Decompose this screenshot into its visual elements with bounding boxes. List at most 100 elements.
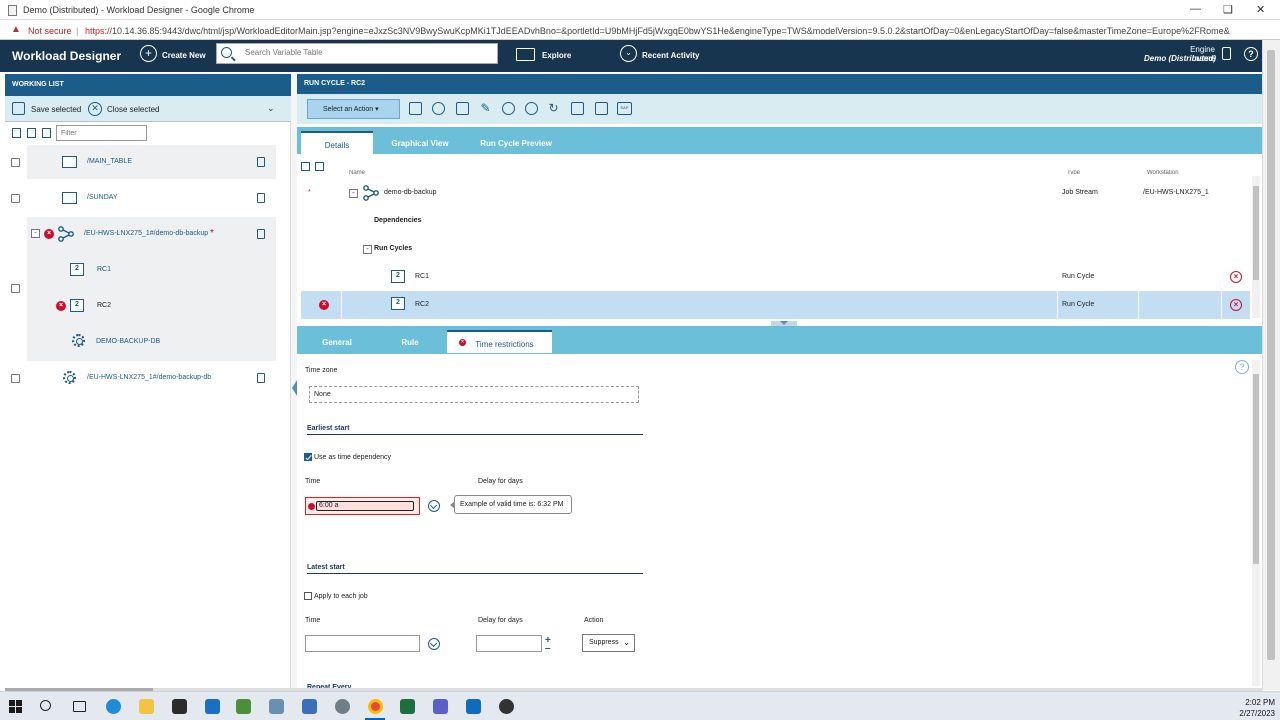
- list-item-label[interactable]: /EU-HWS-LNX275_1#/demo-db-backup: [84, 230, 208, 237]
- edit-icon[interactable]: [257, 373, 265, 383]
- collapse-icon[interactable]: -: [363, 245, 372, 254]
- earliest-time-value[interactable]: 6:00 a: [316, 501, 414, 511]
- plus-icon[interactable]: +: [140, 45, 157, 62]
- chrome-icon[interactable]: [368, 699, 383, 714]
- excel-icon[interactable]: [400, 699, 415, 714]
- table-row[interactable]: - Run Cycles: [301, 235, 1250, 263]
- list-item-label[interactable]: /MAIN_TABLE: [87, 158, 132, 165]
- edit-icon[interactable]: ✎: [479, 102, 492, 115]
- chevron-down-icon[interactable]: ⌄: [620, 45, 637, 62]
- search-icon[interactable]: [40, 700, 51, 711]
- close-window-icon[interactable]: ✕: [1256, 3, 1265, 16]
- recent-activity-button[interactable]: Recent Activity: [642, 51, 700, 60]
- earliest-time-input[interactable]: 6:00 a: [305, 497, 420, 515]
- table-row[interactable]: Dependencies: [301, 207, 1250, 235]
- clock-icon[interactable]: [428, 500, 440, 512]
- unlock-icon[interactable]: [502, 102, 515, 115]
- collapse-all-icon[interactable]: [315, 162, 324, 171]
- help-icon[interactable]: ?: [1244, 47, 1258, 61]
- collapse-all-icon[interactable]: [42, 128, 51, 138]
- remove-icon[interactable]: ×: [1230, 299, 1242, 311]
- maximize-icon[interactable]: ❑: [1223, 3, 1233, 16]
- mobile-icon[interactable]: [1222, 47, 1231, 60]
- list-item[interactable]: /SUNDAY: [27, 181, 276, 215]
- list-item-label[interactable]: RC2: [97, 302, 111, 309]
- outlook-icon[interactable]: [466, 699, 481, 714]
- windows-start-icon[interactable]: [9, 700, 22, 713]
- close-icon[interactable]: [432, 102, 445, 115]
- teams-icon[interactable]: [433, 699, 448, 714]
- table-row[interactable]: × 2 RC2 Run Cycle ×: [301, 291, 1250, 319]
- row-name[interactable]: demo-db-backup: [384, 189, 437, 196]
- edit-icon[interactable]: [257, 229, 265, 239]
- minimize-icon[interactable]: —: [1190, 3, 1201, 15]
- item-checkbox[interactable]: [11, 284, 20, 293]
- copy-icon[interactable]: [456, 102, 469, 115]
- close-selected-button[interactable]: Close selected: [107, 105, 159, 114]
- select-action-dropdown[interactable]: Select an Action ▾: [307, 99, 400, 119]
- task-view-icon[interactable]: [73, 701, 86, 712]
- grid-scrollbar[interactable]: [1252, 176, 1260, 318]
- row-name[interactable]: Run Cycles: [374, 245, 412, 252]
- item-checkbox[interactable]: [11, 374, 20, 383]
- form-scrollbar[interactable]: [1252, 360, 1260, 686]
- table-row[interactable]: 2 RC1 Run Cycle ×: [301, 263, 1250, 291]
- tab-details[interactable]: Details: [301, 131, 373, 154]
- refresh-icon[interactable]: ↻: [547, 102, 560, 115]
- sap-icon[interactable]: SAP: [617, 102, 632, 115]
- filter-input[interactable]: [56, 125, 147, 141]
- search-box[interactable]: [216, 43, 498, 64]
- create-new-button[interactable]: Create New: [162, 51, 206, 60]
- item-checkbox[interactable]: [11, 194, 20, 203]
- explore-button[interactable]: Explore: [542, 51, 571, 60]
- tab-graphical-view[interactable]: Graphical View: [385, 131, 455, 154]
- collapse-icon[interactable]: -: [31, 229, 40, 238]
- save-icon[interactable]: [409, 102, 422, 115]
- close-icon[interactable]: ✕: [88, 102, 102, 116]
- time-zone-field[interactable]: None: [309, 386, 639, 403]
- list-item[interactable]: - × /EU-HWS-LNX275_1#/demo-db-backup * 2…: [27, 217, 276, 361]
- copy-icon[interactable]: [12, 128, 21, 138]
- stepper-icon[interactable]: + –: [545, 636, 551, 654]
- tab-rule[interactable]: Rule: [387, 330, 433, 353]
- remove-icon[interactable]: [525, 102, 538, 115]
- list-item[interactable]: /MAIN_TABLE: [27, 145, 276, 179]
- action-select[interactable]: Suppress ⌄: [582, 634, 635, 652]
- expand-all-icon[interactable]: [27, 128, 36, 138]
- row-name[interactable]: RC2: [415, 301, 429, 308]
- mail-icon[interactable]: [205, 699, 220, 714]
- folder-icon[interactable]: [516, 48, 535, 61]
- collapse-icon[interactable]: -: [349, 189, 358, 198]
- list-item[interactable]: /EU-HWS-LNX275_1#/demo-backup-db: [27, 361, 276, 395]
- document-icon[interactable]: [595, 102, 608, 115]
- tab-general[interactable]: General: [307, 330, 367, 353]
- edge-icon[interactable]: [106, 699, 121, 714]
- page-scrollbar[interactable]: [1262, 40, 1280, 690]
- app-icon[interactable]: [269, 699, 284, 714]
- app-icon[interactable]: [499, 699, 514, 714]
- edit-icon[interactable]: [257, 193, 265, 203]
- print-icon[interactable]: [571, 102, 584, 115]
- latest-delay-input[interactable]: [476, 635, 542, 652]
- edit-icon[interactable]: [257, 157, 265, 167]
- row-name[interactable]: Dependencies: [374, 217, 421, 224]
- save-icon[interactable]: [12, 102, 25, 115]
- system-clock[interactable]: 2:02 PM 2/27/2023: [1233, 697, 1275, 719]
- remove-icon[interactable]: ×: [1230, 271, 1242, 283]
- help-icon[interactable]: ?: [1235, 360, 1249, 374]
- notepad-icon[interactable]: [236, 699, 251, 714]
- tab-time-restrictions[interactable]: × Time restrictions: [447, 330, 552, 353]
- resize-handle-icon[interactable]: [771, 321, 797, 326]
- clock-icon[interactable]: [428, 638, 440, 650]
- row-name[interactable]: RC1: [415, 273, 429, 280]
- table-row[interactable]: * - demo-db-backup Job Stream /EU-HWS-LN…: [301, 179, 1250, 207]
- list-item-label[interactable]: /SUNDAY: [87, 194, 118, 201]
- tab-run-cycle-preview[interactable]: Run Cycle Preview: [475, 131, 557, 154]
- address-bar[interactable]: ▲ Not secure | https://10.14.36.85:9443/…: [0, 20, 1280, 40]
- item-checkbox[interactable]: [11, 158, 20, 167]
- use-as-dependency-checkbox[interactable]: [304, 453, 312, 461]
- file-explorer-icon[interactable]: [139, 699, 154, 714]
- save-selected-button[interactable]: Save selected: [31, 105, 81, 114]
- chevron-down-icon[interactable]: ⌄: [267, 103, 275, 114]
- list-item-label[interactable]: /EU-HWS-LNX275_1#/demo-backup-db: [87, 374, 211, 381]
